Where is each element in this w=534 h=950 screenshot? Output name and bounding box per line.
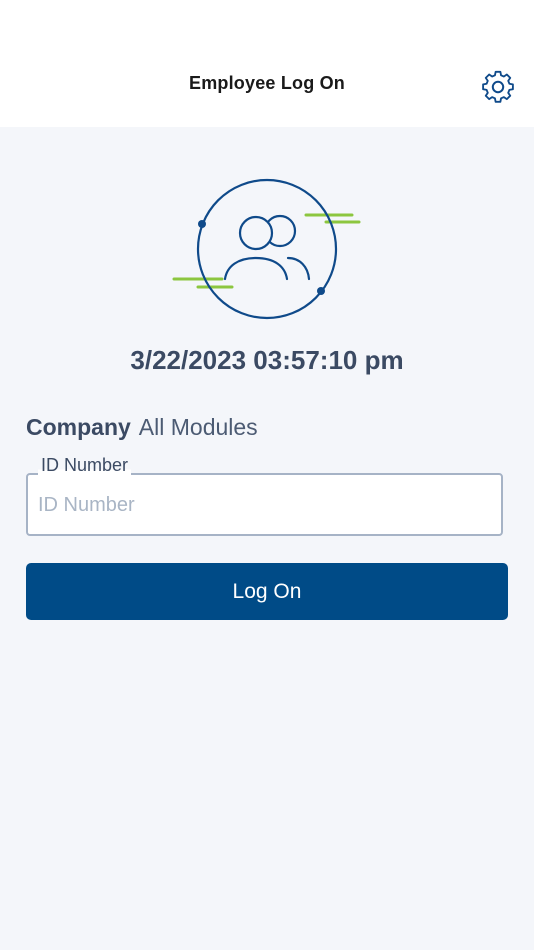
current-datetime: 3/22/2023 03:57:10 pm bbox=[130, 345, 404, 375]
company-row: Company All Modules bbox=[26, 414, 258, 441]
settings-button[interactable] bbox=[480, 69, 516, 105]
id-number-label: ID Number bbox=[38, 455, 132, 476]
users-icon bbox=[172, 178, 361, 320]
company-label: Company bbox=[26, 414, 131, 440]
log-on-button[interactable]: Log On bbox=[26, 563, 508, 620]
id-number-input[interactable] bbox=[36, 475, 495, 536]
gear-icon[interactable] bbox=[480, 69, 516, 105]
company-value: All Modules bbox=[138, 414, 258, 440]
employee-illustration bbox=[170, 175, 365, 325]
page-title: Employee Log On bbox=[188, 73, 346, 93]
id-number-field[interactable]: ID Number bbox=[26, 455, 503, 536]
header-bar: Employee Log On bbox=[0, 0, 534, 127]
